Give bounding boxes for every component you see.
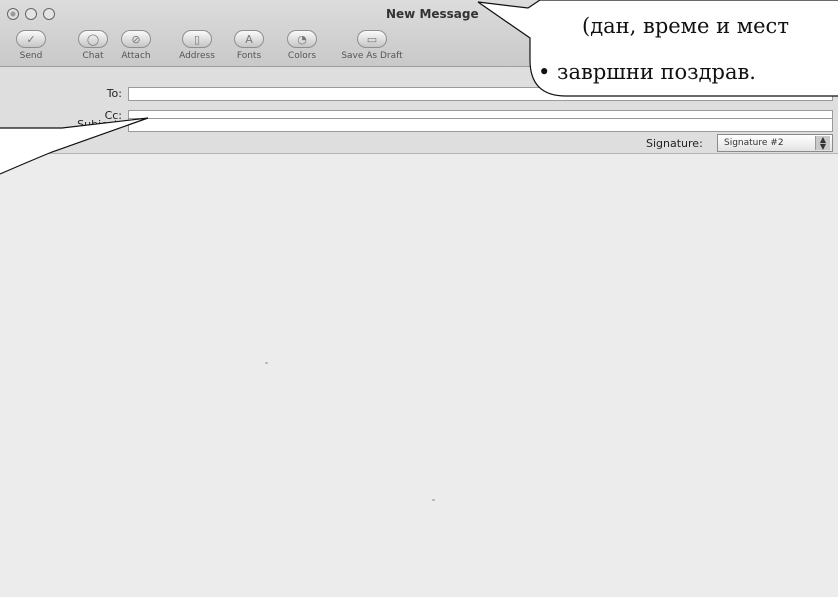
fonts-icon: A [245, 32, 253, 46]
chat-label: Chat [82, 51, 104, 61]
message-body[interactable] [0, 154, 838, 597]
colors-button[interactable]: ◔ Colors [282, 30, 322, 64]
address-button[interactable]: ▯ Address [173, 30, 221, 64]
to-label: To: [106, 87, 122, 100]
chat-button[interactable]: ◯ Chat [76, 30, 110, 64]
zoom-window-button[interactable] [43, 8, 55, 20]
save-as-draft-button[interactable]: ▭ Save As Draft [338, 30, 406, 64]
minimize-window-button[interactable] [25, 8, 37, 20]
paperclip-icon: ⊘ [131, 32, 141, 46]
signature-value: Signature #2 [724, 138, 784, 148]
fonts-label: Fonts [236, 51, 262, 61]
signature-select[interactable]: Signature #2 ▲ ▼ [717, 134, 833, 152]
draft-icon: ▭ [366, 32, 378, 46]
close-window-button[interactable] [7, 8, 19, 20]
send-icon: ✓ [26, 32, 36, 46]
scan-speck [265, 362, 268, 364]
mail-compose-window: New Message ✓ Send ◯ Chat ⊘ Attach ▯ Add… [0, 0, 838, 597]
subject-label: Subject: [77, 118, 122, 131]
address-book-icon: ▯ [193, 32, 201, 46]
callout-line-2: • завршни поздрав. [538, 60, 756, 84]
attach-label: Attach [121, 51, 151, 61]
callout-line-1: (дан, време и мест [582, 14, 789, 38]
fonts-button[interactable]: A Fonts [232, 30, 266, 64]
scan-speck [432, 499, 435, 501]
address-label: Address [179, 51, 215, 61]
updown-arrows-icon: ▲ ▼ [815, 136, 830, 151]
subject-field[interactable] [128, 118, 833, 132]
chat-icon: ◯ [86, 32, 100, 46]
send-label: Send [19, 51, 43, 61]
color-wheel-icon: ◔ [297, 32, 307, 46]
signature-label: Signature: [646, 137, 703, 150]
attach-button[interactable]: ⊘ Attach [119, 30, 153, 64]
send-button[interactable]: ✓ Send [14, 30, 48, 64]
to-field[interactable] [128, 87, 833, 101]
save-as-draft-label: Save As Draft [341, 51, 403, 61]
colors-label: Colors [287, 51, 317, 61]
window-title: New Message [386, 7, 479, 21]
